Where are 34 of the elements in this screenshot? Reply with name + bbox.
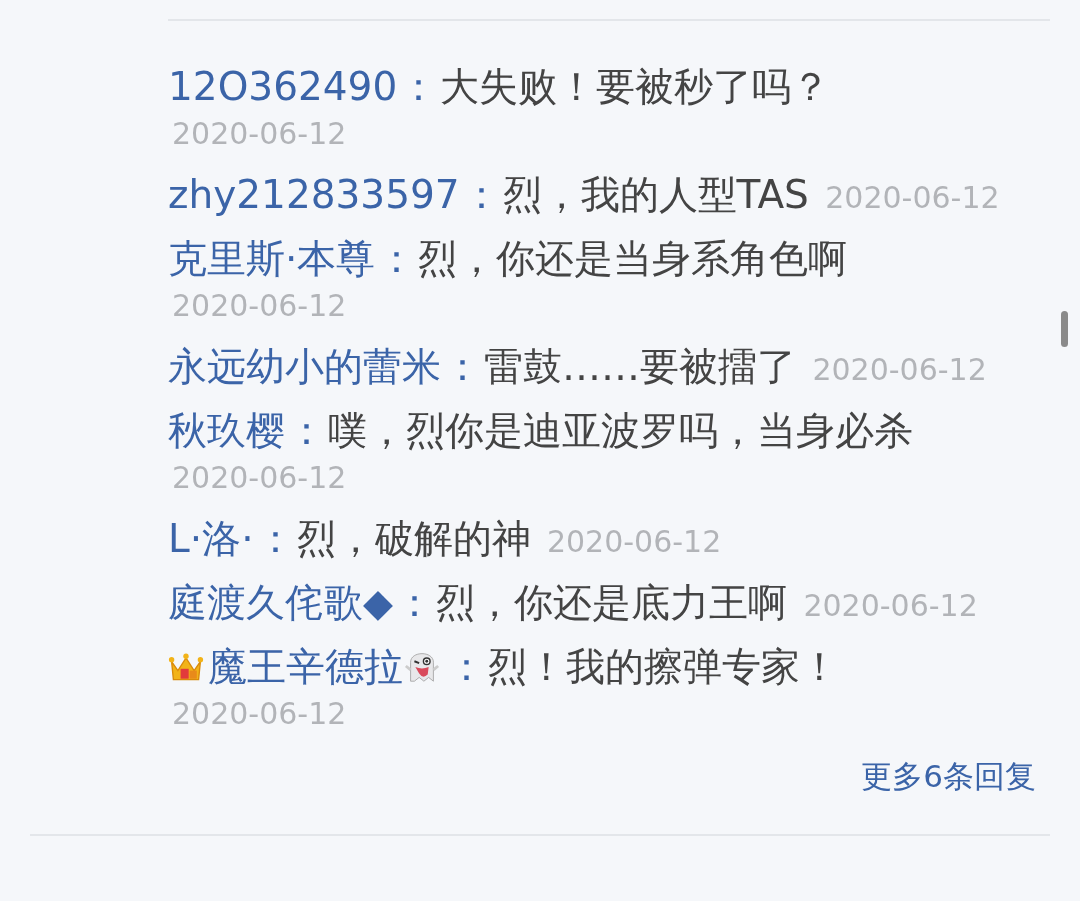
- reply-date: 2020-06-12: [172, 459, 347, 497]
- reply-text: 烈，你还是当身系角色啊: [418, 236, 848, 281]
- colon: ：: [443, 344, 482, 389]
- reply-text: 烈，破解的神: [296, 516, 531, 561]
- reply-text: 烈，我的人型TAS: [502, 172, 809, 217]
- colon: ：: [377, 236, 417, 281]
- user-name[interactable]: 秋玖樱: [168, 408, 285, 453]
- colon: ：: [287, 408, 326, 453]
- user-name[interactable]: L·洛·: [168, 516, 254, 561]
- reply-date: 2020-06-12: [172, 115, 347, 153]
- user-name[interactable]: 克里斯·本尊: [168, 236, 376, 281]
- colon: ：: [399, 64, 439, 109]
- reply-text: 烈，你还是底力王啊: [436, 580, 787, 625]
- user-name[interactable]: 庭渡久侘歌◆: [168, 580, 393, 625]
- colon: ：: [461, 172, 501, 217]
- reply-text: 噗，烈你是迪亚波罗吗，当身必杀: [328, 408, 913, 453]
- user-name[interactable]: 魔王辛德拉: [208, 644, 403, 689]
- more-replies-link[interactable]: 更多6条回复: [861, 754, 1036, 798]
- user-name[interactable]: 永远幼小的蕾米: [168, 344, 441, 389]
- user-name[interactable]: 12O362490: [168, 64, 398, 109]
- colon: ：: [395, 580, 434, 625]
- colon: ：: [255, 516, 295, 561]
- reply-text: 雷鼓……要被擂了: [484, 344, 796, 389]
- reply-date: 2020-06-12: [172, 695, 347, 733]
- colon: ：: [447, 644, 486, 689]
- reply-text: 大失败！要被秒了吗？: [440, 64, 831, 109]
- reply-date: 2020-06-12: [803, 587, 978, 625]
- reply-date: 2020-06-12: [812, 351, 987, 389]
- reply-date: 2020-06-12: [546, 523, 722, 561]
- user-name[interactable]: zhy212833597: [168, 172, 460, 217]
- reply-date: 2020-06-12: [825, 179, 1000, 217]
- reply-date: 2020-06-12: [172, 287, 347, 325]
- scrollbar[interactable]: [1061, 311, 1068, 347]
- reply-text: 烈！我的擦弹专家！: [488, 644, 839, 689]
